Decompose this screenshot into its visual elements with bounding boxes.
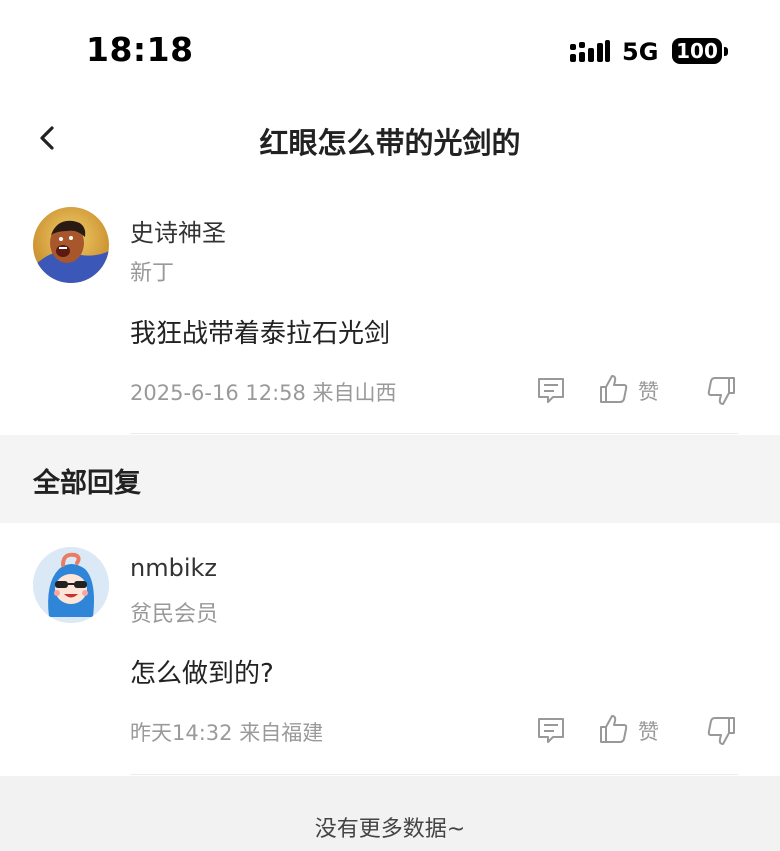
page-title: 红眼怎么带的光剑的 [259, 126, 521, 160]
no-more-data-label: 没有更多数据~ [314, 817, 466, 842]
user-name[interactable]: 史诗神圣 [130, 213, 226, 248]
replies-section-header: 全部回复 [0, 435, 780, 523]
post-content: 我狂战带着泰拉石光剑 [130, 319, 391, 349]
like-label[interactable]: 赞 [638, 716, 659, 746]
back-icon[interactable] [30, 120, 66, 156]
reply-meta: 昨天14:32 来自福建 [130, 721, 324, 745]
like-icon[interactable] [597, 712, 631, 750]
user-rank-badge: 新丁 [130, 261, 175, 286]
avatar[interactable] [33, 547, 109, 623]
list-footer: 没有更多数据~ [0, 776, 780, 851]
status-time: 18:18 [86, 30, 194, 69]
status-bar: 18:18 5G 100 [0, 0, 780, 100]
user-name[interactable]: nmbikz [130, 554, 217, 582]
dislike-icon[interactable] [704, 374, 738, 412]
comment-icon[interactable] [535, 374, 567, 410]
like-label[interactable]: 赞 [638, 376, 659, 406]
comment-icon[interactable] [535, 714, 567, 750]
battery-icon: 100 [672, 38, 728, 64]
network-label: 5G [622, 38, 659, 66]
like-icon[interactable] [597, 372, 631, 410]
battery-level: 100 [672, 38, 722, 64]
replies-section-title: 全部回复 [33, 468, 141, 499]
reply-content: 怎么做到的? [130, 659, 274, 689]
signal-icon [570, 40, 610, 66]
divider [130, 433, 738, 434]
divider [130, 774, 738, 775]
post-meta: 2025-6-16 12:58 来自山西 [130, 381, 397, 405]
avatar[interactable] [33, 207, 109, 283]
nav-bar: 红眼怎么带的光剑的 [0, 100, 780, 178]
user-rank-badge: 贫民会员 [130, 602, 219, 627]
dislike-icon[interactable] [704, 714, 738, 752]
